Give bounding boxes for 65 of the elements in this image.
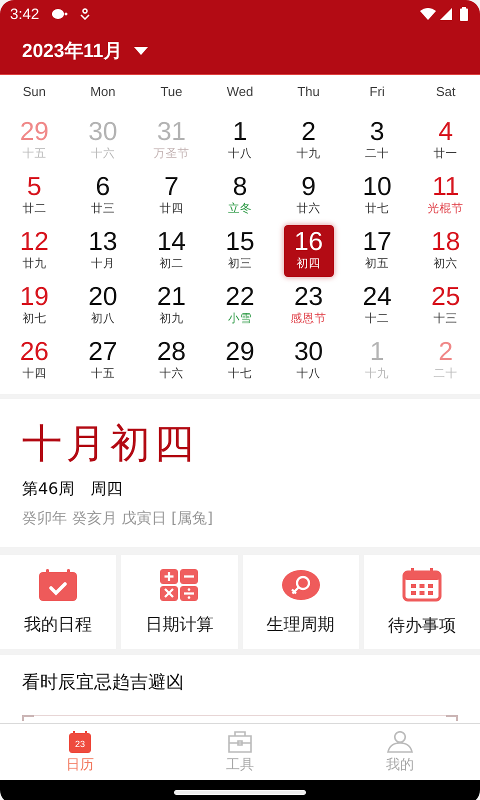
day-cell[interactable]: 25 十三 <box>420 280 471 332</box>
day-cell[interactable]: 9 廿六 <box>284 170 334 222</box>
home-indicator[interactable] <box>174 790 306 794</box>
calendar-icon: 23 <box>68 730 92 752</box>
week-number: 第46周 <box>22 478 74 500</box>
signal-icon <box>440 8 452 20</box>
weekday-text: 周四 <box>90 478 122 500</box>
weekday-label: Thu <box>296 83 321 101</box>
day-cell[interactable]: 28 十六 <box>146 335 196 387</box>
day-cell[interactable]: 7 廿四 <box>146 170 196 222</box>
day-cell[interactable]: 30 十八 <box>284 335 334 387</box>
calculator-icon <box>160 568 198 600</box>
day-cell[interactable]: 3 二十 <box>352 115 402 167</box>
day-cell[interactable]: 8 立冬 <box>214 170 265 222</box>
day-cell[interactable]: 26 十四 <box>9 335 60 387</box>
weekday-label: Sun <box>22 83 47 101</box>
day-cell[interactable]: 27 十五 <box>78 335 128 387</box>
day-cell[interactable]: 1 十八 <box>214 115 265 167</box>
message-icon <box>51 8 70 20</box>
tool-button[interactable]: 我的日程 <box>0 555 116 649</box>
notification-icon <box>79 8 92 20</box>
day-cell[interactable]: 2 十九 <box>284 115 334 167</box>
day-cell[interactable]: 5 廿二 <box>9 170 60 222</box>
ganzhi-text: 癸卯年 癸亥月 戊寅日 [属兔] <box>22 508 214 529</box>
tab[interactable]: 23 日历 <box>0 724 160 780</box>
day-cell[interactable]: 13 十月 <box>78 225 128 277</box>
tool-button[interactable]: 待办事项 <box>364 555 480 649</box>
person-icon <box>387 730 413 752</box>
weekday-label: Sat <box>434 83 456 101</box>
day-cell[interactable]: 24 十二 <box>352 280 402 332</box>
corner-ornament-icon <box>22 715 34 721</box>
day-cell[interactable]: 18 初六 <box>420 225 471 277</box>
weekday-label: Fri <box>368 83 386 101</box>
wifi-icon <box>420 8 436 20</box>
calendar-icon <box>402 568 442 602</box>
day-cell[interactable]: 22 小雪 <box>214 280 265 332</box>
selected-day-cell[interactable]: 16 初四 <box>284 225 334 277</box>
day-cell[interactable]: 17 初五 <box>352 225 402 277</box>
corner-ornament-icon <box>446 715 458 721</box>
day-cell[interactable]: 29 十七 <box>214 335 265 387</box>
calendar-check-icon <box>38 568 78 600</box>
month-selector[interactable]: 2023年11月 <box>22 38 148 64</box>
day-cell[interactable]: 14 初二 <box>146 225 196 277</box>
status-time: 3:42 <box>10 6 40 22</box>
battery-icon <box>460 7 468 21</box>
day-cell[interactable]: 6 廿三 <box>78 170 128 222</box>
toolbox-icon <box>228 730 252 752</box>
day-cell[interactable]: 10 廿七 <box>352 170 402 222</box>
female-symbol-icon <box>280 568 321 600</box>
day-cell[interactable]: 20 初八 <box>78 280 128 332</box>
day-cell[interactable]: 15 初三 <box>214 225 265 277</box>
lunar-date: 十月初四 <box>22 420 199 469</box>
tool-button[interactable]: 日期计算 <box>121 555 238 649</box>
section-title: 看时辰宜忌趋吉避凶 <box>22 671 185 695</box>
day-cell[interactable]: 4 廿一 <box>420 115 471 167</box>
day-cell[interactable]: 12 廿九 <box>9 225 60 277</box>
weekday-label: Wed <box>226 83 254 101</box>
tool-button[interactable]: 生理周期 <box>242 555 359 649</box>
weekday-label: Tue <box>159 83 184 101</box>
day-cell[interactable]: 11 光棍节 <box>420 170 471 222</box>
day-cell[interactable]: 21 初九 <box>146 280 196 332</box>
dropdown-caret-icon <box>134 47 148 55</box>
day-cell[interactable]: 23 感恩节 <box>284 280 334 332</box>
weekday-label: Mon <box>89 83 116 101</box>
day-cell[interactable]: 19 初七 <box>9 280 60 332</box>
